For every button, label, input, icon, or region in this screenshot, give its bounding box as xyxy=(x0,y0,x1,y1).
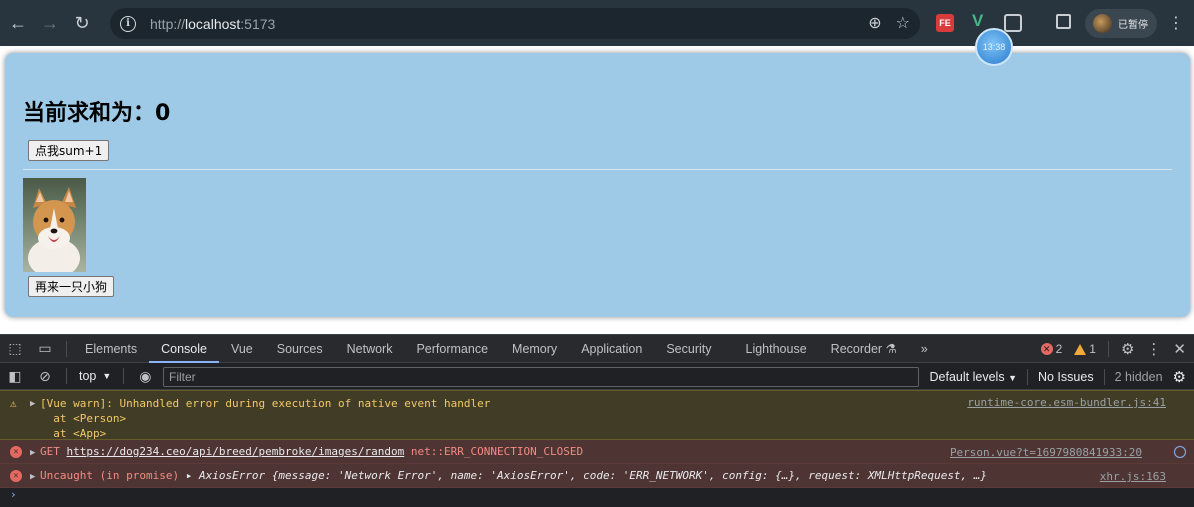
console-error-row-get[interactable]: ✕ ▶ GET https://dog234.ceo/api/breed/pem… xyxy=(0,440,1194,464)
expand-triangle-icon[interactable]: ▶ xyxy=(30,399,35,409)
tab-recorder-label: Recorder xyxy=(830,341,883,356)
settings-gear-icon[interactable]: ⚙ xyxy=(1121,340,1134,358)
dropdown-arrow-icon: ▼ xyxy=(102,371,112,381)
another-dog-button[interactable]: 再来一只小狗 xyxy=(28,276,115,297)
error-circle-icon: ✕ xyxy=(10,446,22,458)
tab-sources[interactable]: Sources xyxy=(265,335,335,363)
bookmark-star-icon[interactable]: ☆ xyxy=(896,13,910,33)
request-url-link[interactable]: https://dog234.ceo/api/breed/pembroke/im… xyxy=(67,445,405,458)
axios-error-body: {message: 'Network Error', name: 'AxiosE… xyxy=(271,469,988,482)
console-prompt[interactable]: › xyxy=(0,488,1194,504)
profile-label: 已暂停 xyxy=(1118,20,1148,31)
flask-icon: ⚗ xyxy=(885,342,897,356)
clear-console-icon[interactable]: ⊘ xyxy=(30,368,60,385)
axios-error-object[interactable]: ▸ AxiosError {message: 'Network Error', … xyxy=(186,469,987,482)
console-warning-row[interactable]: ⚠ ▶ [Vue warn]: Unhandled error during e… xyxy=(0,390,1194,440)
browser-toolbar: ← → ↻ i http://localhost:5173 ⊕ ☆ FE V 已… xyxy=(0,0,1194,46)
warning-trace-person: at <Person> xyxy=(40,412,127,425)
tab-elements[interactable]: Elements xyxy=(73,335,149,363)
tab-memory[interactable]: Memory xyxy=(500,335,569,363)
expand-triangle-icon[interactable]: ▶ xyxy=(30,472,35,482)
tab-performance[interactable]: Performance xyxy=(404,335,500,363)
floating-clock-widget[interactable]: 13:38 xyxy=(975,28,1013,66)
tab-lighthouse[interactable]: Lighthouse xyxy=(734,335,819,363)
divider xyxy=(23,169,1172,170)
issues-button[interactable]: No Issues xyxy=(1038,370,1094,384)
error-icon: ✕ xyxy=(1040,343,1053,355)
avatar xyxy=(1093,14,1112,33)
context-selector[interactable]: top ▼ xyxy=(73,369,117,383)
get-prefix: GET xyxy=(40,445,67,458)
connection-error: net::ERR_CONNECTION_CLOSED xyxy=(404,445,584,458)
warning-triangle-icon: ⚠ xyxy=(10,397,17,410)
context-label: top xyxy=(79,369,97,383)
back-icon[interactable]: ← xyxy=(2,7,34,39)
zoom-icon[interactable]: ⊕ xyxy=(868,13,881,33)
fe-extension-icon[interactable]: FE xyxy=(936,14,954,32)
sum-plus-one-button[interactable]: 点我sum+1 xyxy=(28,140,110,161)
side-panel-icon[interactable] xyxy=(1056,14,1071,29)
tab-console[interactable]: Console xyxy=(149,335,219,363)
error-circle-icon: ✕ xyxy=(10,470,22,482)
devtools-tabbar: ⬚ ▭ Elements Console Vue Sources Network… xyxy=(0,335,1194,363)
warning-icon xyxy=(1074,343,1087,355)
log-levels-dropdown[interactable]: Default levels ▼ xyxy=(930,370,1017,384)
dog-image xyxy=(23,178,86,272)
log-levels-arrow-icon: ▼ xyxy=(1008,372,1017,383)
sum-heading: 当前求和为：0 xyxy=(23,101,171,126)
uncaught-label: Uncaught (in promise) xyxy=(40,469,186,482)
live-expression-eye-icon[interactable]: ◉ xyxy=(130,368,160,385)
site-info-icon[interactable]: i xyxy=(120,15,136,32)
inspect-element-icon[interactable]: ⬚ xyxy=(0,340,30,357)
console-filter-input[interactable]: Filter xyxy=(163,367,919,387)
device-toolbar-icon[interactable]: ▭ xyxy=(30,340,60,357)
person-component: 当前求和为：0 点我sum+1 再来一只小狗 xyxy=(5,53,1190,317)
console-error-row-axios[interactable]: ✕ ▶ Uncaught (in promise) ▸ AxiosError {… xyxy=(0,464,1194,488)
url-text: http://localhost:5173 xyxy=(150,15,276,32)
console-sidebar-icon[interactable]: ◧ xyxy=(0,368,30,385)
more-tabs-icon[interactable]: » xyxy=(909,335,940,363)
error-counter[interactable]: ✕ 2 xyxy=(1040,342,1063,356)
tab-security[interactable]: Security xyxy=(654,335,723,363)
xhr-source-link[interactable]: xhr.js:163 xyxy=(1100,470,1166,483)
forward-icon[interactable]: → xyxy=(34,7,66,39)
reload-icon[interactable]: ↻ xyxy=(66,7,98,39)
tab-vue[interactable]: Vue xyxy=(219,335,265,363)
console-settings-gear-icon[interactable]: ⚙ xyxy=(1173,368,1186,386)
warning-counter[interactable]: 1 xyxy=(1074,342,1096,356)
log-levels-label: Default levels xyxy=(929,369,1005,384)
profile-button[interactable]: 已暂停 xyxy=(1085,9,1157,38)
expand-triangle-icon[interactable]: ▶ xyxy=(30,448,35,458)
warning-trace-app: at <App> xyxy=(40,427,107,440)
extensions-puzzle-icon[interactable] xyxy=(1004,14,1022,32)
browser-menu-icon[interactable]: ⋮ xyxy=(1168,13,1184,33)
vue-devtools-extension-icon[interactable]: V xyxy=(972,11,983,31)
warning-source-link[interactable]: runtime-core.esm-bundler.js:41 xyxy=(967,396,1166,409)
error-count: 2 xyxy=(1055,342,1063,356)
network-request-icon[interactable] xyxy=(1174,446,1186,458)
page-viewport: 当前求和为：0 点我sum+1 再来一只小狗 xyxy=(0,46,1194,334)
tab-application[interactable]: Application xyxy=(569,335,654,363)
address-bar[interactable]: i http://localhost:5173 ⊕ ☆ xyxy=(110,8,920,39)
console-filterbar: ◧ ⊘ top ▼ ◉ Filter Default levels ▼ No I… xyxy=(0,363,1194,390)
person-vue-source-link[interactable]: Person.vue?t=1697980841933:20 xyxy=(950,446,1142,459)
close-devtools-icon[interactable]: ✕ xyxy=(1173,340,1186,358)
devtools-panel: ⬚ ▭ Elements Console Vue Sources Network… xyxy=(0,334,1194,507)
axios-error-name: AxiosError xyxy=(198,469,272,482)
tab-recorder[interactable]: Recorder ⚗ xyxy=(819,335,909,363)
warning-count: 1 xyxy=(1089,342,1096,356)
devtools-menu-icon[interactable]: ⋮ xyxy=(1146,340,1161,358)
tab-network[interactable]: Network xyxy=(335,335,405,363)
hidden-count: 2 hidden xyxy=(1114,369,1163,384)
console-log: ⚠ ▶ [Vue warn]: Unhandled error during e… xyxy=(0,390,1194,504)
